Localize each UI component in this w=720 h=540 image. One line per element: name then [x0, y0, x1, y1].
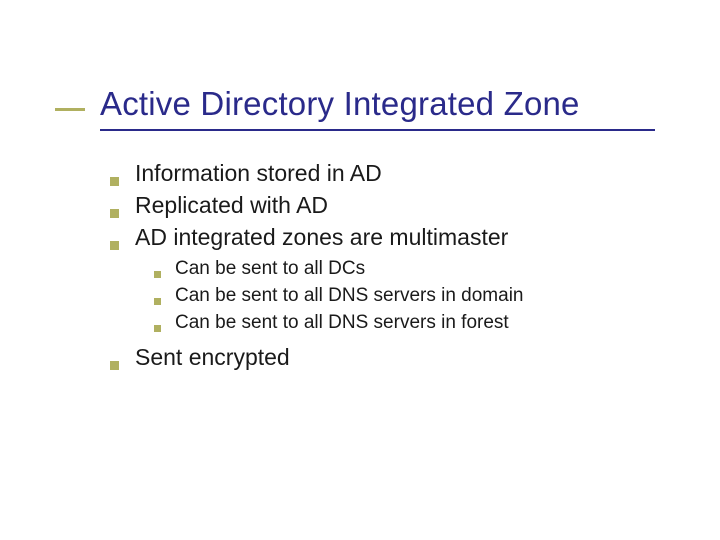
- sub-list: Can be sent to all DCs Can be sent to al…: [110, 257, 660, 335]
- list-item: Can be sent to all DNS servers in domain: [154, 284, 660, 309]
- title-underline: [100, 129, 655, 131]
- square-bullet-icon: [110, 241, 119, 250]
- slide-title: Active Directory Integrated Zone: [100, 85, 660, 123]
- slide: Active Directory Integrated Zone Informa…: [0, 0, 720, 372]
- list-item: AD integrated zones are multimaster: [110, 223, 660, 252]
- item-text: Information stored in AD: [135, 159, 382, 188]
- item-text: Can be sent to all DNS servers in forest: [175, 311, 509, 336]
- list-item: Can be sent to all DNS servers in forest: [154, 311, 660, 336]
- list-item: Information stored in AD: [110, 159, 660, 188]
- square-bullet-icon: [110, 361, 119, 370]
- list-item: Sent encrypted: [110, 343, 660, 372]
- square-bullet-icon: [154, 325, 161, 332]
- title-block: Active Directory Integrated Zone: [100, 85, 660, 131]
- item-text: Replicated with AD: [135, 191, 328, 220]
- square-bullet-icon: [154, 271, 161, 278]
- list-item: Replicated with AD: [110, 191, 660, 220]
- square-bullet-icon: [154, 298, 161, 305]
- accent-line: [55, 108, 85, 111]
- square-bullet-icon: [110, 209, 119, 218]
- content: Information stored in AD Replicated with…: [100, 159, 660, 372]
- item-text: AD integrated zones are multimaster: [135, 223, 508, 252]
- list-item: Can be sent to all DCs: [154, 257, 660, 282]
- item-text: Can be sent to all DCs: [175, 257, 365, 282]
- square-bullet-icon: [110, 177, 119, 186]
- item-text: Sent encrypted: [135, 343, 290, 372]
- item-text: Can be sent to all DNS servers in domain: [175, 284, 524, 309]
